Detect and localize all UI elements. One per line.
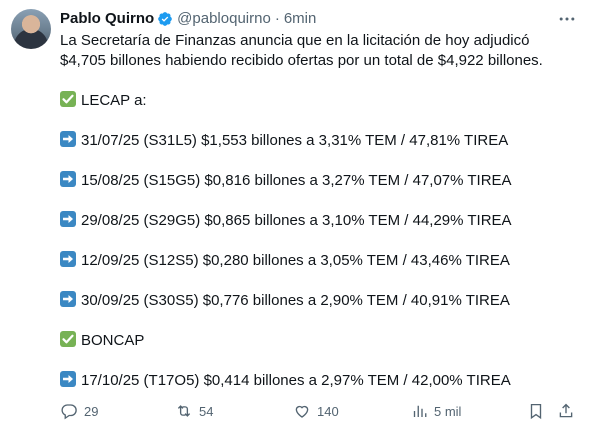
- like-count: 140: [317, 403, 339, 419]
- views-chart-icon: [413, 405, 427, 417]
- more-options-icon[interactable]: [557, 9, 577, 29]
- tweet-header: Pablo Quirno @pabloquirno · 6min: [60, 9, 577, 29]
- intro-line-1: La Secretaría de Finanzas anuncia que en…: [60, 32, 530, 49]
- right-arrow-emoji-icon: [60, 211, 76, 227]
- lecap-header: LECAP a:: [81, 92, 147, 109]
- separator-dot: ·: [274, 10, 280, 27]
- lecap-item-text: 12/09/25 (S12S5) $0,280 billones a 3,05%…: [81, 252, 510, 269]
- repost-count: 54: [199, 403, 214, 419]
- lecap-item-text: 29/08/25 (S29G5) $0,865 billones a 3,10%…: [81, 212, 512, 229]
- repost-icon: [177, 405, 191, 417]
- lecap-item-text: 31/07/25 (S31L5) $1,553 billones a 3,31%…: [81, 132, 509, 149]
- right-arrow-emoji-icon: [60, 371, 76, 387]
- boncap-header: BONCAP: [81, 332, 145, 349]
- views-button[interactable]: 5 mil: [410, 402, 461, 420]
- check-mark-emoji-icon: [60, 91, 76, 107]
- right-arrow-emoji-icon: [60, 251, 76, 267]
- timestamp[interactable]: 6min: [284, 9, 317, 29]
- boncap-item-text: 17/10/25 (T17O5) $0,414 billones a 2,97%…: [81, 372, 511, 389]
- lecap-item: 31/07/25 (S31L5) $1,553 billones a 3,31%…: [60, 131, 508, 151]
- lecap-item: 15/08/25 (S15G5) $0,816 billones a 3,27%…: [60, 171, 512, 191]
- author-handle[interactable]: @pabloquirno: [177, 9, 271, 29]
- verified-badge-icon: [158, 12, 173, 26]
- boncap-header-line: BONCAP: [60, 331, 144, 351]
- reply-button[interactable]: 29: [60, 402, 98, 420]
- like-button[interactable]: 140: [293, 402, 339, 420]
- intro-line-2: $4,705 billones habiendo recibido oferta…: [60, 52, 543, 69]
- right-arrow-emoji-icon: [60, 131, 76, 147]
- right-arrow-emoji-icon: [60, 291, 76, 307]
- lecap-item: 12/09/25 (S12S5) $0,280 billones a 3,05%…: [60, 251, 510, 271]
- lecap-item-text: 15/08/25 (S15G5) $0,816 billones a 3,27%…: [81, 172, 512, 189]
- boncap-item: 17/10/25 (T17O5) $0,414 billones a 2,97%…: [60, 371, 511, 391]
- heart-icon: [295, 405, 309, 418]
- lecap-item: 29/08/25 (S29G5) $0,865 billones a 3,10%…: [60, 211, 512, 231]
- reply-count: 29: [84, 403, 99, 419]
- right-arrow-emoji-icon: [60, 171, 76, 187]
- author-avatar[interactable]: [11, 9, 51, 49]
- views-count: 5 mil: [434, 403, 462, 419]
- share-icon: [559, 403, 573, 418]
- lecap-header-line: LECAP a:: [60, 91, 147, 111]
- check-mark-emoji-icon: [60, 331, 76, 347]
- action-bar: 29 54 140 5 mil: [60, 402, 577, 422]
- share-button[interactable]: [557, 402, 575, 420]
- reply-icon: [61, 404, 77, 420]
- author-name[interactable]: Pablo Quirno: [60, 9, 154, 29]
- bookmark-icon: [530, 403, 542, 420]
- repost-button[interactable]: 54: [175, 402, 213, 420]
- lecap-item: 30/09/25 (S30S5) $0,776 billones a 2,90%…: [60, 291, 510, 311]
- lecap-item-text: 30/09/25 (S30S5) $0,776 billones a 2,90%…: [81, 292, 510, 309]
- bookmark-button[interactable]: [527, 402, 545, 420]
